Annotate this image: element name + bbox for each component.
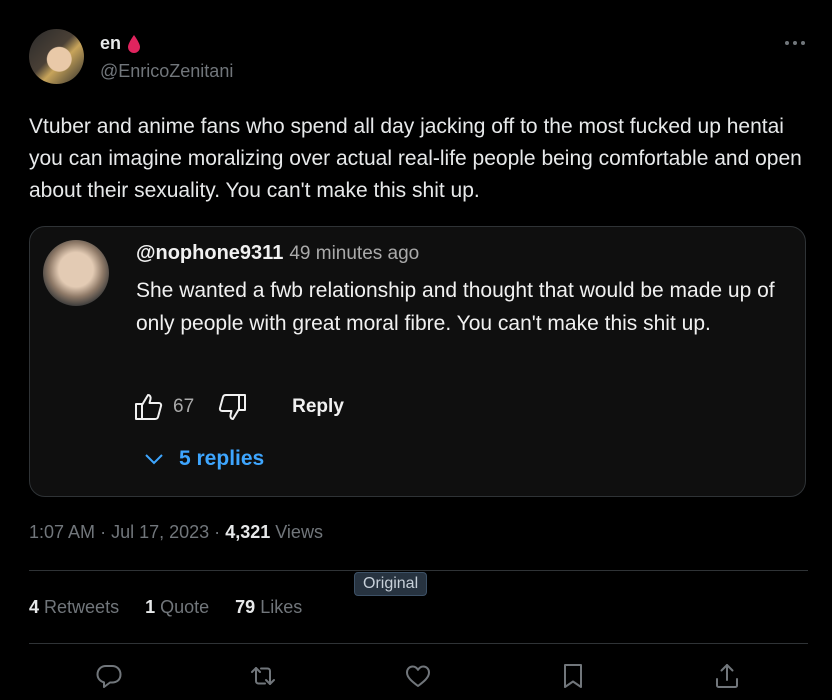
divider — [29, 570, 808, 571]
author-display-name[interactable]: en — [100, 33, 141, 54]
comment-text: She wanted a fwb relationship and though… — [136, 279, 775, 335]
quotes-count: 1 — [145, 597, 156, 617]
quotes-stat[interactable]: 1 Quote — [145, 597, 209, 618]
retweets-count: 4 — [29, 597, 40, 617]
divider — [29, 643, 808, 644]
views-label: Views — [275, 522, 323, 542]
share-icon[interactable] — [713, 662, 741, 690]
thumbs-up-icon — [133, 391, 165, 423]
display-name-text[interactable]: en — [100, 33, 121, 54]
likes-stat[interactable]: 79 Likes — [235, 597, 302, 618]
comment-avatar — [43, 240, 109, 306]
like-icon[interactable] — [404, 662, 432, 690]
comment-like-count: 67 — [173, 396, 195, 417]
quotes-label: Quote — [160, 597, 210, 617]
replies-label: 5 replies — [179, 447, 265, 470]
tweet-text: Vtuber and anime fans who spend all day … — [29, 115, 802, 202]
tweet-date[interactable]: Jul 17, 2023 — [111, 522, 209, 542]
reply-icon[interactable] — [95, 662, 123, 690]
tweet-stats: 4 Retweets 1 Quote 79 Likes — [29, 597, 302, 618]
original-badge[interactable]: Original — [354, 572, 428, 596]
meta-separator: · — [100, 522, 107, 542]
retweets-label: Retweets — [44, 597, 120, 617]
comment-actions: 67 Reply — [133, 390, 344, 424]
blood-drop-icon — [127, 34, 141, 54]
retweet-icon[interactable] — [249, 662, 277, 690]
likes-count: 79 — [235, 597, 256, 617]
author-avatar[interactable] — [29, 29, 84, 84]
chevron-down-icon — [143, 452, 165, 466]
tweet-time[interactable]: 1:07 AM — [29, 522, 95, 542]
likes-label: Likes — [260, 597, 303, 617]
comment-username: @nophone9311 — [136, 242, 284, 264]
comment-reply-button: Reply — [292, 396, 344, 417]
retweets-stat[interactable]: 4 Retweets — [29, 597, 119, 618]
bookmark-icon[interactable] — [559, 662, 587, 690]
comment-time: 49 minutes ago — [289, 243, 420, 264]
tweet-meta: 1:07 AM · Jul 17, 2023 · 4,321 Views — [29, 522, 323, 543]
comment-replies-toggle: 5 replies — [143, 447, 264, 471]
meta-separator-2: · — [214, 522, 221, 542]
views-count: 4,321 — [225, 522, 271, 542]
thumbs-down-icon — [216, 391, 248, 423]
comment-header: @nophone9311 49 minutes ago — [136, 242, 419, 265]
more-icon[interactable] — [783, 34, 807, 52]
quoted-comment-image[interactable]: @nophone9311 49 minutes ago She wanted a … — [29, 226, 806, 497]
author-handle[interactable]: @EnricoZenitani — [100, 61, 233, 82]
